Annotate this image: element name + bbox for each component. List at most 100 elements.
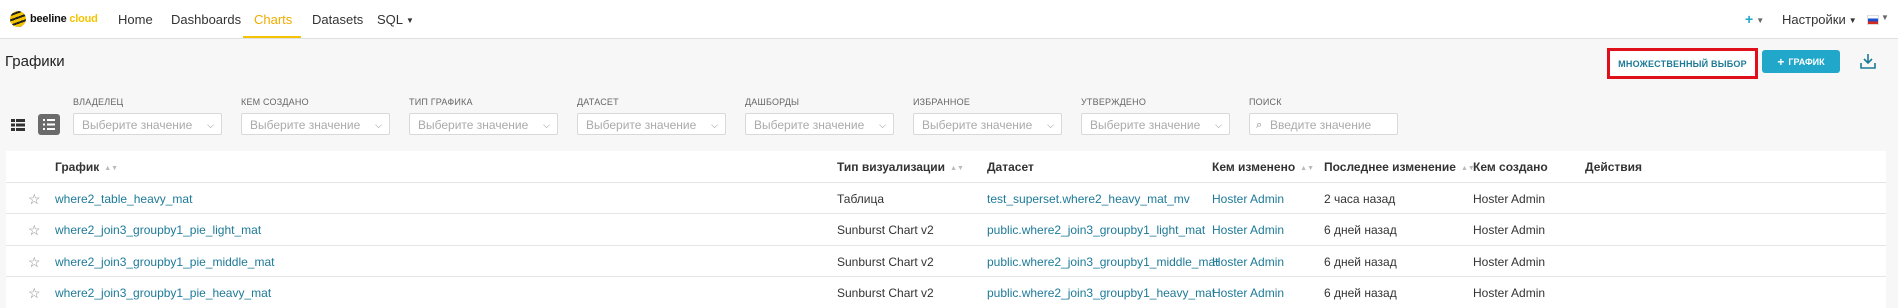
filter-created-by: КЕМ СОЗДАНО Выберите значение ⌵ (241, 97, 390, 135)
created-by-select[interactable]: Выберите значение ⌵ (241, 113, 390, 135)
new-item-menu[interactable]: + ▼ (1745, 11, 1764, 27)
viz-type-cell: Таблица (837, 192, 885, 206)
filter-label: УТВЕРЖДЕНО (1081, 97, 1147, 107)
viz-type-cell: Sunburst Chart v2 (837, 286, 934, 300)
chevron-down-icon: ⌵ (207, 120, 214, 130)
filter-owner: ВЛАДЕЛЕЦ Выберите значение ⌵ (73, 97, 222, 135)
filter-label: ВЛАДЕЛЕЦ (73, 97, 124, 107)
star-icon[interactable]: ☆ (28, 222, 41, 239)
viz-type-cell: Sunburst Chart v2 (837, 223, 934, 237)
add-chart-button[interactable]: + ГРАФИК (1762, 50, 1840, 73)
list-view-button[interactable] (38, 114, 60, 135)
chevron-down-icon: ⌵ (1215, 120, 1222, 130)
beeline-logo-icon (10, 11, 26, 27)
chevron-down-icon: ▼ (1881, 13, 1889, 22)
column-header-created-by: Кем создано (1473, 160, 1548, 174)
certified-select[interactable]: Выберите значение ⌵ (1081, 113, 1230, 135)
dataset-link[interactable]: public.where2_join3_groupby1_light_mat (987, 223, 1205, 237)
multi-select-button[interactable]: МНОЖЕСТВЕННЫЙ ВЫБОР (1607, 48, 1758, 79)
star-icon[interactable]: ☆ (28, 254, 41, 271)
column-header-chart[interactable]: График ▲▼ (55, 160, 118, 174)
star-icon[interactable]: ☆ (28, 191, 41, 208)
column-header-actions: Действия (1585, 160, 1643, 174)
dataset-select[interactable]: Выберите значение ⌵ (577, 113, 726, 135)
chevron-down-icon: ⌵ (543, 120, 550, 130)
filter-dataset: ДАТАСЕТ Выберите значение ⌵ (577, 97, 726, 135)
filter-certified: УТВЕРЖДЕНО Выберите значение ⌵ (1081, 97, 1230, 135)
dashboards-select[interactable]: Выберите значение ⌵ (745, 113, 894, 135)
logo-text: beeline cloud (30, 13, 98, 25)
table-row: ☆ where2_join3_groupby1_pie_light_mat Su… (6, 213, 1886, 245)
filter-label: ДАТАСЕТ (577, 97, 619, 107)
chevron-down-icon: ⌵ (1047, 120, 1054, 130)
dataset-link[interactable]: test_superset.where2_heavy_mat_mv (987, 192, 1190, 206)
table-row: ☆ where2_join3_groupby1_pie_heavy_mat Su… (6, 276, 1886, 308)
chart-name-link[interactable]: where2_join3_groupby1_pie_heavy_mat (55, 286, 271, 300)
column-header-modified-by[interactable]: Кем изменено ▲▼ (1212, 160, 1314, 174)
filter-label: ИЗБРАННОЕ (913, 97, 971, 107)
language-flag-icon[interactable] (1867, 15, 1879, 25)
chevron-down-icon: ⌵ (375, 120, 382, 130)
filter-dashboards: ДАШБОРДЫ Выберите значение ⌵ (745, 97, 894, 135)
filter-label: КЕМ СОЗДАНО (241, 97, 309, 107)
charts-table: График ▲▼ Тип визуализации ▲▼ Датасет Кем … (6, 151, 1886, 308)
chevron-down-icon: ▼ (1848, 16, 1857, 25)
add-chart-label: ГРАФИК (1788, 56, 1825, 67)
column-header-dataset: Датасет (987, 160, 1034, 174)
filter-label: ТИП ГРАФИКА (409, 97, 473, 107)
logo[interactable]: beeline cloud (10, 11, 98, 27)
table-row: ☆ where2_join3_groupby1_pie_middle_mat S… (6, 245, 1886, 277)
top-navbar: beeline cloud Home Dashboards Charts Dat… (0, 0, 1898, 39)
sort-icon: ▲▼ (950, 165, 964, 172)
last-modified-cell: 6 дней назад (1324, 286, 1397, 300)
modified-by-link[interactable]: Hoster Admin (1212, 192, 1284, 206)
filter-favorite: ИЗБРАННОЕ Выберите значение ⌵ (913, 97, 1062, 135)
active-tab-indicator (243, 36, 301, 38)
filter-label: ПОИСК (1249, 97, 1282, 107)
modified-by-link[interactable]: Hoster Admin (1212, 286, 1284, 300)
chart-type-select[interactable]: Выберите значение ⌵ (409, 113, 558, 135)
last-modified-cell: 2 часа назад (1324, 192, 1396, 206)
viz-type-cell: Sunburst Chart v2 (837, 255, 934, 269)
nav-datasets[interactable]: Datasets (312, 12, 363, 27)
page-title: Графики (5, 53, 65, 70)
search-icon: ⌕ (1256, 119, 1263, 131)
chart-name-link[interactable]: where2_table_heavy_mat (55, 192, 192, 206)
card-view-icon[interactable] (11, 119, 25, 131)
chevron-down-icon: ⌵ (879, 120, 886, 130)
nav-home[interactable]: Home (118, 12, 153, 27)
created-by-cell: Hoster Admin (1473, 192, 1546, 206)
nav-dashboards[interactable]: Dashboards (171, 12, 241, 27)
last-modified-cell: 6 дней назад (1324, 255, 1397, 269)
favorite-select[interactable]: Выберите значение ⌵ (913, 113, 1062, 135)
nav-charts[interactable]: Charts (254, 12, 292, 27)
created-by-cell: Hoster Admin (1473, 223, 1546, 237)
modified-by-link[interactable]: Hoster Admin (1212, 255, 1284, 269)
dataset-link[interactable]: public.where2_join3_groupby1_heavy_mat (987, 286, 1215, 300)
column-header-viz-type[interactable]: Тип визуализации ▲▼ (837, 160, 964, 174)
star-icon[interactable]: ☆ (28, 285, 41, 302)
table-row: ☆ where2_table_heavy_mat Таблица test_su… (6, 182, 1886, 214)
sort-icon: ▲▼ (104, 165, 119, 172)
created-by-cell: Hoster Admin (1473, 255, 1546, 269)
settings-menu[interactable]: Настройки ▼ (1782, 12, 1857, 27)
download-icon[interactable] (1858, 51, 1878, 71)
chart-name-link[interactable]: where2_join3_groupby1_pie_middle_mat (55, 255, 275, 269)
filter-search: ПОИСК ⌕ Введите значение (1249, 97, 1398, 135)
filter-label: ДАШБОРДЫ (745, 97, 800, 107)
chevron-down-icon: ⌵ (711, 120, 718, 130)
chevron-down-icon: ▼ (406, 16, 414, 25)
list-view-icon (43, 119, 55, 130)
owner-select[interactable]: Выберите значение ⌵ (73, 113, 222, 135)
created-by-cell: Hoster Admin (1473, 286, 1546, 300)
dataset-link[interactable]: public.where2_join3_groupby1_middle_mat (987, 255, 1219, 269)
chevron-down-icon: ▼ (1756, 16, 1765, 25)
chart-name-link[interactable]: where2_join3_groupby1_pie_light_mat (55, 223, 261, 237)
modified-by-link[interactable]: Hoster Admin (1212, 223, 1284, 237)
search-input[interactable]: ⌕ Введите значение (1249, 113, 1398, 135)
filter-chart-type: ТИП ГРАФИКА Выберите значение ⌵ (409, 97, 558, 135)
plus-icon: + (1777, 54, 1785, 69)
column-header-last-modified[interactable]: Последнее изменение ▲▼ (1324, 160, 1475, 174)
last-modified-cell: 6 дней назад (1324, 223, 1397, 237)
nav-sql[interactable]: SQL ▼ (377, 12, 414, 27)
